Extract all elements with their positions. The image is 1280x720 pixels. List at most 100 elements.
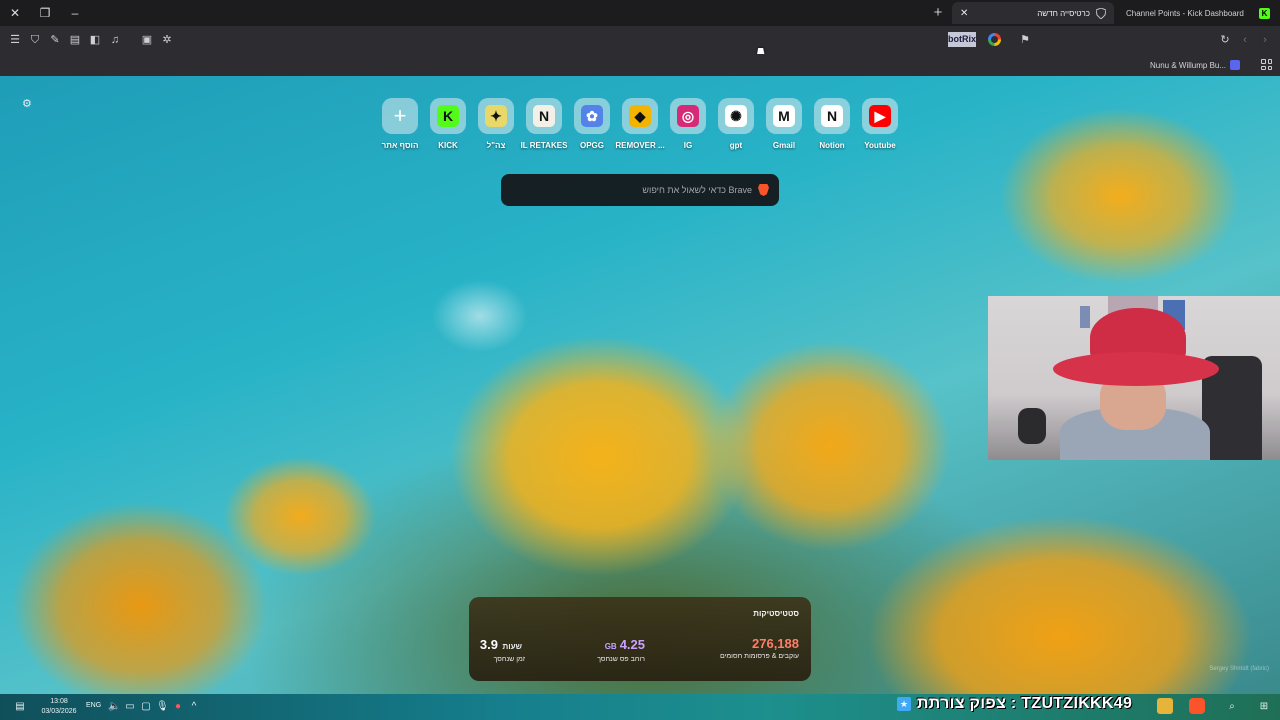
top-site-tile[interactable]: M Gmail [760, 98, 808, 150]
display-icon[interactable]: ▢ [140, 701, 152, 713]
trackers-value: 276,188 [752, 636, 799, 651]
tile-label: הוסף אתר [381, 141, 419, 150]
close-tab-icon[interactable]: ✕ [960, 8, 968, 19]
time-label: זמן שנחסך [493, 656, 525, 663]
tile-label: Notion [819, 141, 845, 150]
file-explorer-icon[interactable] [1157, 698, 1173, 714]
remover-icon: ◆ [629, 105, 651, 127]
toolbar [0, 26, 1280, 54]
stat-time: שעות 3.9 זמן שנחסך [480, 636, 525, 663]
idf-icon: ✦ [485, 105, 507, 127]
notion-icon: N [821, 105, 843, 127]
google-icon[interactable] [988, 33, 1001, 46]
shield-icon[interactable]: ⛉ [28, 33, 42, 47]
network-icon[interactable]: ▭ [124, 701, 136, 713]
pin-icon[interactable]: ✎ [48, 33, 62, 47]
search-placeholder: כדאי לשאול את חיפוש Brave [642, 185, 752, 195]
tile-icon-frame: N [526, 98, 562, 134]
close-window-button[interactable]: ✕ [0, 0, 30, 26]
tile-label: REMOVER ... [615, 141, 665, 150]
tab-new-tab[interactable]: ✕ כרטיסייה חדשה [952, 2, 1114, 24]
brave-logo-icon [758, 184, 769, 196]
youtube-icon: ▶ [869, 105, 891, 127]
stat-bandwidth: GB 4.25 רוחב פס שנחסך [597, 636, 645, 663]
tile-icon-frame: ✺ [718, 98, 754, 134]
stream-alert-ticker: ★ צפוק צורתת : TZUTZIKKK49 [897, 694, 1132, 714]
tab-kick-dashboard[interactable]: Channel Points - Kick Dashboard K [1118, 2, 1278, 24]
kick-icon: K [437, 105, 459, 127]
search-box[interactable]: כדאי לשאול את חיפוש Brave [501, 174, 779, 206]
menu-icon[interactable]: ☰ [8, 33, 22, 47]
time-unit: שעות [502, 642, 522, 651]
top-site-tile[interactable]: K KICK [424, 98, 472, 150]
top-site-tile[interactable]: ✦ צה"ל [472, 98, 520, 150]
top-site-tile[interactable]: + הוסף אתר [376, 98, 424, 150]
sombrero-brim [1053, 352, 1219, 386]
bookmark-item[interactable]: Nunu & Willump Bu... [1150, 58, 1241, 72]
ticker-text: צפוק צורתת : TZUTZIKKK49 [917, 695, 1133, 712]
extensions-icon[interactable]: ✲ [160, 33, 174, 47]
tile-label: Gmail [772, 141, 796, 150]
language-indicator[interactable]: ENG [86, 702, 101, 709]
stats-title: סטטיסטיקות [753, 609, 799, 618]
top-site-tile[interactable]: N IL RETAKES [520, 98, 568, 150]
restore-window-button[interactable]: ❐ [30, 0, 60, 26]
top-site-tile[interactable]: ✿ OPGG [568, 98, 616, 150]
all-bookmarks-icon[interactable] [1261, 59, 1272, 70]
tile-icon-frame: N [814, 98, 850, 134]
wall-poster [1080, 306, 1090, 328]
stat-trackers: 276,188 עוקבים & פרסומות חסומים [720, 636, 799, 660]
plus-icon: + [393, 103, 407, 128]
top-site-tile[interactable]: ◎ IG [664, 98, 712, 150]
reading-list-icon[interactable]: ▤ [68, 33, 82, 47]
taskbar-clock[interactable]: 13:08 03/03/2026 [36, 697, 82, 717]
tile-icon-frame: M [766, 98, 802, 134]
search-icon[interactable]: ⌕ [1226, 701, 1238, 713]
chevron-up-icon[interactable]: ^ [188, 701, 200, 713]
back-icon[interactable]: ‹ [1238, 33, 1252, 47]
record-icon[interactable]: ● [172, 701, 184, 713]
wallet-icon[interactable]: ▣ [140, 33, 154, 47]
microphone [1018, 408, 1046, 444]
tab-title: Channel Points - Kick Dashboard [1126, 8, 1244, 18]
notifications-icon[interactable]: ▤ [14, 701, 26, 713]
bookmark-label: Nunu & Willump Bu... [1150, 60, 1227, 70]
volume-icon[interactable]: 🔈 [108, 701, 120, 713]
bandwidth-unit: GB [604, 642, 617, 651]
microphone-icon[interactable]: 🎙 [156, 701, 169, 713]
reload-icon[interactable]: ↻ [1218, 33, 1232, 47]
tile-icon-frame: + [382, 98, 418, 134]
top-site-tile[interactable]: ▶ Youtube [856, 98, 904, 150]
sidebar-icon[interactable]: ◧ [88, 33, 102, 47]
windows-start-icon[interactable]: ⊞ [1258, 701, 1270, 713]
bookmark-icon[interactable]: ⚑ [1018, 33, 1032, 47]
forward-icon[interactable]: › [1258, 33, 1272, 47]
tile-icon-frame: ◎ [670, 98, 706, 134]
top-site-tile[interactable]: ◆ REMOVER ... [615, 98, 665, 150]
top-site-tile[interactable]: ✺ gpt [712, 98, 760, 150]
bandwidth-value: 4.25 [619, 637, 645, 652]
trackers-label: עוקבים & פרסומות חסומים [719, 653, 799, 660]
top-site-tile[interactable]: N Notion [808, 98, 856, 150]
gmail-icon: M [773, 105, 795, 127]
tile-label: צה"ל [486, 141, 506, 150]
customize-gear-icon[interactable]: ⚙ [22, 98, 34, 110]
brave-shield-icon [1096, 7, 1106, 19]
minimize-window-button[interactable]: – [60, 0, 90, 26]
tile-icon-frame: ✿ [574, 98, 610, 134]
tile-label: IG [683, 141, 693, 150]
tile-icon-frame: ◆ [622, 98, 658, 134]
time-value: 3.9 [479, 637, 498, 652]
il-retakes-icon: N [533, 105, 555, 127]
brave-browser-icon[interactable] [1189, 698, 1205, 714]
tile-label: IL RETAKES [520, 141, 568, 150]
bookmarks-bar: Nunu & Willump Bu... [0, 54, 1280, 76]
tile-label: gpt [729, 141, 743, 150]
new-tab-button[interactable]: + [930, 5, 946, 21]
photo-credit[interactable]: Sergey Shmidt (fabric) [1209, 666, 1269, 672]
botrix-extension-button[interactable]: botRix [948, 32, 976, 47]
webcam-overlay [988, 296, 1280, 460]
tile-icon-frame: ✦ [478, 98, 514, 134]
tile-label: KICK [438, 141, 458, 150]
music-icon[interactable]: ♫ [108, 33, 122, 47]
